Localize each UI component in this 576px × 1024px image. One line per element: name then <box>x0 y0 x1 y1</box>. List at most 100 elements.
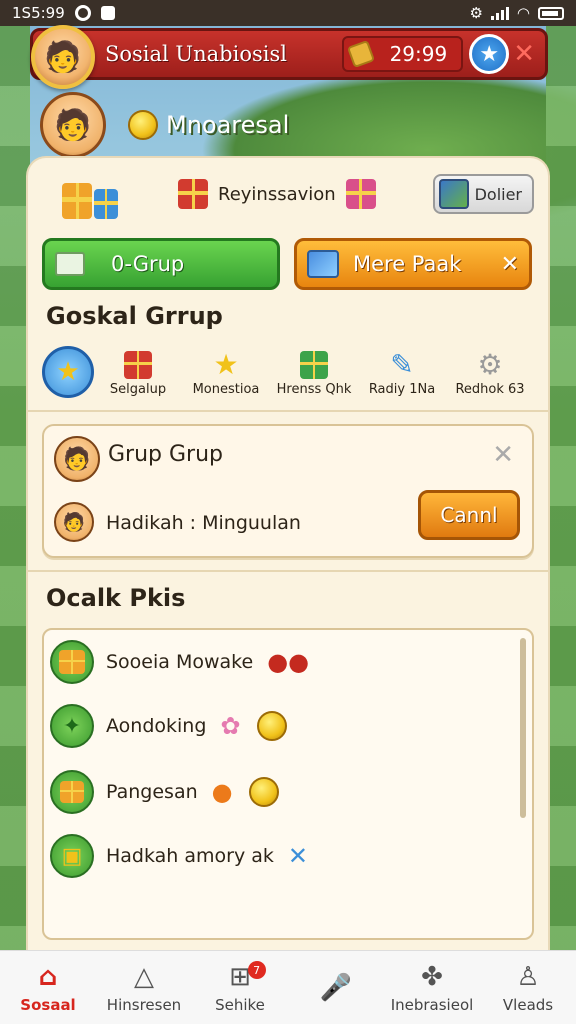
grup-button-label: 0-Grup <box>111 252 185 276</box>
tools-icon: ✎ <box>390 348 414 381</box>
action-row: 0-Grup Mere Paak ✕ <box>42 238 534 292</box>
group-card-title: Grup Grup <box>108 442 223 467</box>
gift-row-label: Reyinssavion <box>218 183 336 205</box>
group-card: 🧑 Grup Grup ✕ 🧑 Hadikah : Minguulan Cann… <box>42 424 534 558</box>
close-icon[interactable]: ✕ <box>501 252 519 277</box>
gear-icon: ⚙ <box>477 348 503 381</box>
home-icon: ⌂ <box>38 961 58 992</box>
status-bar: 1S5:99 ⚙ ◠ <box>0 0 576 26</box>
list-item-label: Hadkah amory ak <box>106 845 274 867</box>
close-icon[interactable]: ✕ <box>492 440 514 470</box>
box-icon <box>50 770 94 814</box>
section-title-groups: Goskal Grrup <box>46 302 223 330</box>
header-title: Sosial Unabiosisl <box>105 42 287 66</box>
nav-item-microphone[interactable]: 🎤 <box>288 951 384 1024</box>
nav-item-vleads[interactable]: ♙ Vleads <box>480 951 576 1024</box>
category-label: Hrenss Qhk <box>276 381 352 397</box>
divider <box>28 410 548 412</box>
cancel-button[interactable]: Cannl <box>418 490 520 540</box>
gift-icon <box>178 179 208 209</box>
grup-button[interactable]: 0-Grup <box>42 238 280 290</box>
category-item[interactable]: Selgalup <box>94 348 182 397</box>
coin-icon <box>256 711 287 741</box>
monitor-icon: ▣ <box>50 834 94 878</box>
character-avatar[interactable]: 🧑 <box>40 92 106 158</box>
list-item-label: Sooeia Mowake <box>106 651 254 673</box>
record-icon <box>74 5 91 21</box>
list-item-label: Aondoking <box>106 715 207 737</box>
coin-icon <box>248 777 279 807</box>
player-avatar[interactable]: 🧑 <box>31 25 95 89</box>
section-title-list: Ocalk Pkis <box>46 584 186 612</box>
gift-stack-icon <box>62 169 118 219</box>
tools-icon: ✕ <box>287 842 309 870</box>
category-item[interactable]: ✎ Radiy 1Na <box>358 348 446 397</box>
status-time: 1S5:99 <box>12 4 65 22</box>
gift-icon <box>300 348 328 382</box>
coin-icon <box>128 110 158 140</box>
dolier-button[interactable]: Dolier <box>432 174 534 214</box>
nav-item-hinsresen[interactable]: △ Hinsresen <box>96 951 192 1024</box>
scrollbar[interactable] <box>520 638 526 818</box>
list-item-extras: ● <box>212 777 279 807</box>
group-card-subtitle: Hadikah : Minguulan <box>106 512 301 534</box>
gear-icon: ⚙ <box>469 4 483 22</box>
cube-icon <box>438 179 469 209</box>
sparkle-icon: ✦ <box>50 704 94 748</box>
background-right-edge <box>546 26 576 951</box>
timer-display: 29:99 <box>341 36 464 72</box>
category-row: ★ Selgalup ★ Monestioa Hrenss Qhk ✎ Radi… <box>42 342 534 402</box>
category-star-button[interactable]: ★ <box>42 346 94 398</box>
microphone-icon: 🎤 <box>319 972 353 1003</box>
list-item-label: Pangesan <box>106 781 198 803</box>
background-left-edge <box>0 26 30 951</box>
category-label: Radiy 1Na <box>368 381 436 397</box>
battery-icon <box>538 6 564 20</box>
header-bar: 🧑 Sosial Unabiosisl 29:99 ★ ✕ <box>30 25 548 89</box>
timer-text: 29:99 <box>389 42 448 66</box>
nav-label: Sehike <box>215 995 265 1014</box>
divider <box>28 570 548 572</box>
gift-row: Reyinssavion Dolier <box>28 158 548 230</box>
nav-item-sosaal[interactable]: ⌂ Sosaal <box>0 951 96 1024</box>
orange-icon: ● <box>211 778 233 806</box>
bottom-nav: ⌂ Sosaal △ Hinsresen ⊞ 7 Sehike 🎤 ✤ Ineb… <box>0 950 576 1024</box>
nav-label: Vleads <box>502 995 554 1014</box>
group-icon: ✤ <box>421 961 443 992</box>
category-item[interactable]: ★ Monestioa <box>182 348 270 397</box>
gift-icon <box>50 640 94 684</box>
group-avatar: 🧑 <box>54 436 100 482</box>
signal-icon <box>490 6 509 20</box>
list-item[interactable]: ✦ Aondoking ✿ <box>50 698 490 754</box>
list-item[interactable]: Pangesan ● <box>50 764 490 820</box>
flower-icon: ✿ <box>220 712 241 740</box>
close-button[interactable]: ✕ <box>513 39 535 69</box>
profile-name: Mnoaresal <box>166 111 290 139</box>
category-label: Monestioa <box>192 381 260 397</box>
document-icon <box>55 252 85 276</box>
list-item[interactable]: ▣ Hadkah amory ak ✕ <box>50 828 490 884</box>
profile-row: 🧑 Mnoaresal <box>40 90 540 160</box>
berries-icon: ●● <box>267 648 310 676</box>
wifi-icon: ◠ <box>516 4 530 22</box>
list-item-extras: ✿ <box>220 711 287 741</box>
category-item[interactable]: Hrenss Qhk <box>270 348 358 397</box>
gift-icon <box>345 179 376 209</box>
main-panel: Reyinssavion Dolier 0-Grup Mere Paak ✕ G… <box>28 158 548 950</box>
list-item[interactable]: Sooeia Mowake ●● <box>50 634 490 690</box>
category-label: Selgalup <box>109 381 167 397</box>
category-item[interactable]: ⚙ Redhok 63 <box>446 348 534 397</box>
nav-label: Hinsresen <box>106 995 182 1014</box>
nav-item-sehike[interactable]: ⊞ 7 Sehike <box>192 951 288 1024</box>
more-pack-button[interactable]: Mere Paak ✕ <box>294 238 532 290</box>
favorite-star-button[interactable]: ★ <box>469 34 510 74</box>
more-pack-label: Mere Paak <box>353 252 462 276</box>
bell-icon: △ <box>134 961 154 992</box>
package-icon <box>307 250 339 278</box>
nav-label: Sosaal <box>20 995 76 1014</box>
nav-item-inebrasieol[interactable]: ✤ Inebrasieol <box>384 951 480 1024</box>
user-icon: ♙ <box>516 961 540 992</box>
nav-label: Inebrasieol <box>390 995 474 1014</box>
key-icon <box>346 39 375 69</box>
star-icon: ★ <box>213 348 239 381</box>
